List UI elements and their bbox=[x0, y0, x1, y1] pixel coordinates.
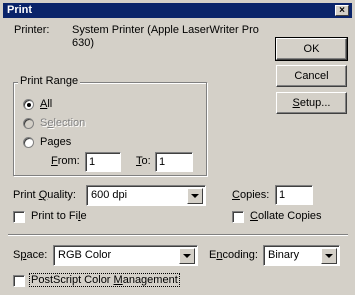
print-to-file-checkbox[interactable] bbox=[13, 211, 25, 223]
space-rest: ace: bbox=[26, 249, 48, 261]
setup-button[interactable]: Setup... bbox=[276, 92, 347, 114]
print-dialog: Print × Printer: System Printer (Apple L… bbox=[0, 0, 355, 295]
to-text: o: bbox=[141, 155, 151, 167]
from-label: From: bbox=[51, 155, 80, 167]
pages-radio[interactable] bbox=[23, 137, 34, 148]
print-to-file-label: Print to File bbox=[31, 210, 87, 222]
collate-text: ollate Copies bbox=[257, 210, 322, 222]
all-text: ll bbox=[47, 98, 53, 110]
radio-selected-dot bbox=[27, 103, 31, 107]
setup-accel: S bbox=[292, 97, 300, 109]
print-range-label: Print Range bbox=[18, 75, 81, 87]
from-input[interactable]: 1 bbox=[85, 152, 121, 172]
close-button[interactable]: × bbox=[335, 5, 349, 16]
all-label: All bbox=[40, 98, 52, 110]
quality-pre: Print bbox=[13, 189, 39, 201]
postscript-color-management-label: PostScript Color Management bbox=[29, 273, 180, 287]
postscript-pre: PostScript Color bbox=[31, 274, 114, 286]
collate-accel: C bbox=[250, 210, 258, 222]
postscript-color-management-checkbox[interactable] bbox=[13, 275, 25, 287]
copies-label: Copies: bbox=[232, 189, 269, 201]
chevron-down-icon[interactable] bbox=[321, 248, 337, 264]
selection-rest: lection bbox=[53, 117, 86, 129]
postscript-rest: anagement bbox=[122, 274, 178, 286]
print-quality-value: 600 dpi bbox=[91, 189, 128, 201]
ok-button[interactable]: OK bbox=[275, 37, 348, 61]
encoding-value: Binary bbox=[268, 249, 300, 261]
to-label: To: bbox=[136, 155, 151, 167]
selection-label: Selection bbox=[40, 117, 85, 129]
copies-input[interactable]: 1 bbox=[275, 185, 313, 205]
close-icon: × bbox=[339, 5, 345, 16]
copies-accel: C bbox=[232, 189, 240, 201]
from-accel: F bbox=[51, 155, 58, 167]
printer-label: Printer: bbox=[14, 24, 50, 36]
from-text: rom: bbox=[57, 155, 80, 167]
printer-name-line2: 630) bbox=[72, 37, 95, 49]
title-bar: Print × bbox=[3, 3, 352, 18]
window-title: Print bbox=[7, 4, 33, 16]
setup-label: etup... bbox=[299, 97, 331, 109]
print-to-file-rest: e bbox=[80, 210, 87, 222]
quality-rest: uality: bbox=[47, 189, 76, 201]
encoding-select[interactable]: Binary bbox=[263, 245, 340, 266]
to-input[interactable]: 1 bbox=[155, 152, 193, 172]
print-quality-select[interactable]: 600 dpi bbox=[86, 185, 206, 206]
chevron-down-icon[interactable] bbox=[179, 248, 195, 264]
copies-text: opies: bbox=[239, 189, 270, 201]
color-space-value: RGB Color bbox=[58, 249, 112, 261]
postscript-accel: M bbox=[113, 274, 123, 286]
separator bbox=[8, 234, 348, 236]
collate-checkbox[interactable] bbox=[232, 211, 244, 223]
pages-label: Pages bbox=[40, 136, 72, 148]
print-to-file-pre: Print to Fi bbox=[31, 210, 79, 222]
cancel-button[interactable]: Cancel bbox=[276, 65, 347, 87]
space-label: Space: bbox=[13, 249, 47, 261]
encoding-label: Encoding: bbox=[209, 249, 258, 261]
encoding-rest: coding: bbox=[222, 249, 258, 261]
color-space-select[interactable]: RGB Color bbox=[53, 245, 198, 266]
collate-label: Collate Copies bbox=[250, 210, 322, 222]
print-quality-label: Print Quality: bbox=[13, 189, 76, 201]
all-radio[interactable] bbox=[23, 99, 34, 110]
selection-radio[interactable] bbox=[23, 118, 34, 129]
quality-accel: Q bbox=[38, 189, 48, 201]
printer-name-line1: System Printer (Apple LaserWriter Pro bbox=[72, 24, 259, 36]
chevron-down-icon[interactable] bbox=[187, 188, 203, 204]
